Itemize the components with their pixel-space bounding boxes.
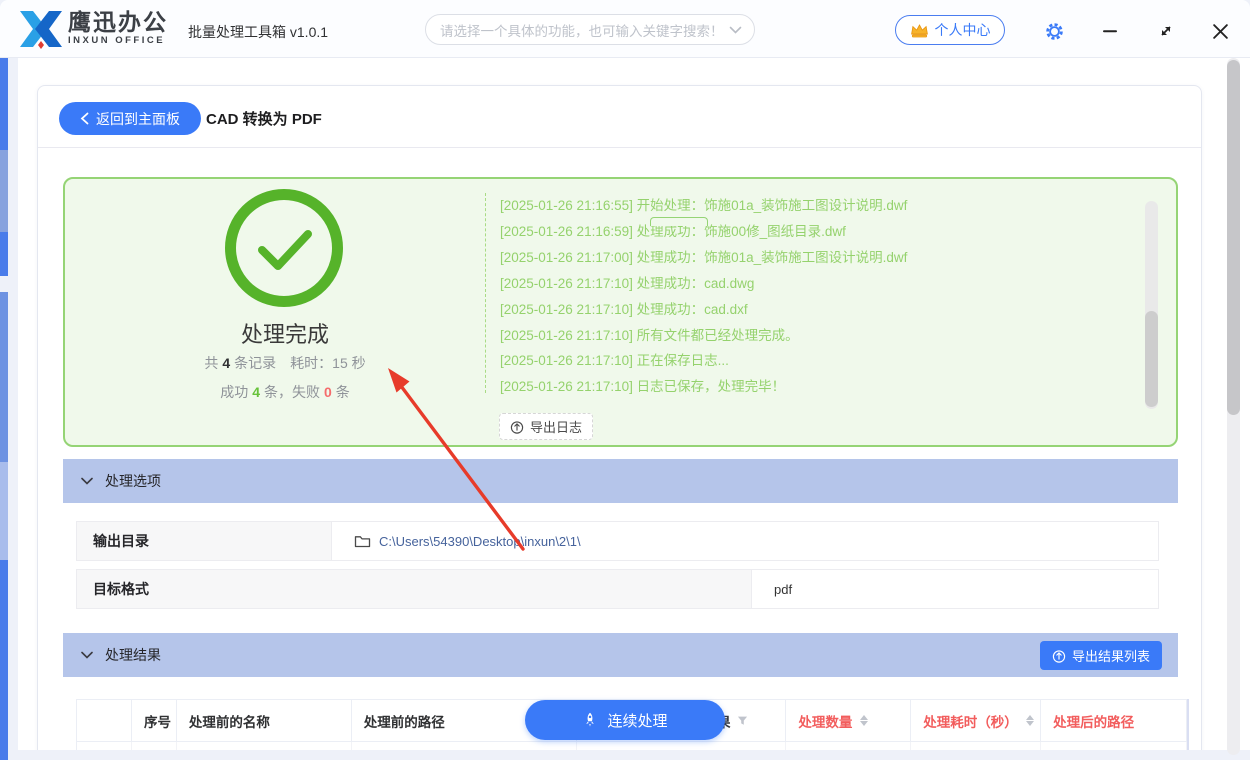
chevron-down-icon	[81, 477, 93, 485]
export-log-label: 导出日志	[530, 420, 583, 435]
column-select	[77, 700, 132, 742]
log-line: [2025-01-26 21:17:10] 所有文件都已经处理完成。	[500, 327, 799, 343]
folder-icon	[354, 536, 371, 548]
divider	[38, 147, 1201, 148]
column-path-after: 处理后的路径	[1041, 700, 1187, 742]
success-ring	[225, 189, 343, 307]
maximize-button[interactable]	[1154, 20, 1178, 42]
log-list: [2025-01-26 21:16:55] 开始处理：饰施01a_装饰施工图设计…	[485, 193, 1130, 394]
log-scrollbar[interactable]	[1145, 201, 1158, 409]
log-scrollbar-thumb[interactable]	[1145, 311, 1158, 407]
titlebar: 鹰迅办公 INXUN OFFICE 批量处理工具箱 v1.0.1 请选择一个具体…	[0, 0, 1250, 58]
close-button[interactable]	[1208, 20, 1232, 42]
log-line: [2025-01-26 21:17:00] 处理成功：饰施01a_装饰施工图设计…	[500, 249, 908, 265]
back-to-dashboard-button[interactable]: 返回到主面板	[59, 102, 201, 135]
stats-success-fail: 成功 4 条，失败 0 条	[220, 384, 350, 400]
stats-summary: 共 4 条记录 耗时：15 秒	[204, 355, 366, 371]
target-format-value-cell[interactable]: pdf	[752, 570, 1158, 608]
output-dir-row: 输出目录 C:\Users\54390\Desktop\inxun\2\1\	[76, 521, 1159, 561]
gear-icon	[1045, 22, 1063, 40]
minimize-button[interactable]	[1098, 20, 1122, 42]
window-scrollbar-thumb[interactable]	[1227, 60, 1240, 415]
main-card: 返回到主面板 CAD 转换为 PDF 处理完成 共 4 条记录 耗时：15 秒 成功 4…	[37, 85, 1202, 760]
log-line: [2025-01-26 21:17:10] 处理成功：cad.dxf	[500, 301, 748, 317]
upload-icon	[1052, 649, 1066, 663]
app-title: 批量处理工具箱 v1.0.1	[188, 24, 329, 40]
function-select-placeholder: 请选择一个具体的功能，也可输入关键字搜索！	[440, 23, 724, 39]
export-log-button[interactable]: 导出日志	[499, 413, 594, 440]
rocket-icon	[586, 712, 595, 727]
window-scrollbar[interactable]	[1227, 58, 1240, 755]
sort-icon[interactable]	[860, 715, 869, 726]
filter-funnel-icon[interactable]	[737, 715, 748, 726]
log-line: [2025-01-26 21:17:10] 正在保存日志...	[500, 353, 729, 369]
brand-text: 鹰迅办公 INXUN OFFICE	[68, 9, 168, 46]
brand-subtitle: INXUN OFFICE	[68, 35, 166, 46]
left-edge-window-sliver	[0, 58, 8, 760]
target-format-value: pdf	[774, 581, 793, 597]
upload-icon	[510, 420, 524, 434]
fail-count: 0	[324, 384, 332, 400]
status-badge	[650, 217, 708, 226]
section-results-title: 处理结果	[105, 647, 161, 663]
log-line: [2025-01-26 21:16:55] 开始处理：饰施01a_装饰施工图设计…	[500, 198, 908, 213]
export-result-list-label: 导出结果列表	[1071, 649, 1150, 664]
column-index: 序号	[131, 700, 177, 742]
continue-processing-label: 连续处理	[607, 712, 668, 730]
export-result-list-button[interactable]: 导出结果列表	[1039, 641, 1162, 670]
status-title: 处理完成	[240, 322, 329, 347]
user-center-button[interactable]: 个人中心	[895, 15, 1005, 45]
check-icon	[258, 230, 312, 270]
minimize-icon	[1103, 30, 1117, 33]
resize-diagonal-icon	[1161, 26, 1171, 36]
column-name-before: 处理前的名称	[176, 700, 352, 742]
elapsed-seconds: 15	[332, 355, 348, 371]
settings-button[interactable]	[1042, 20, 1066, 42]
chevron-left-icon	[80, 112, 89, 125]
continue-processing-button[interactable]: 连续处理	[525, 700, 725, 740]
column-count[interactable]: 处理数量	[786, 700, 912, 742]
output-dir-label: 输出目录	[77, 522, 332, 560]
section-options-title: 处理选项	[105, 473, 161, 489]
chevron-down-icon	[81, 651, 93, 659]
log-line: [2025-01-26 21:16:59] 处理成功：饰施00修_图纸目录.dw…	[500, 223, 846, 239]
window-bottom-strip	[0, 750, 1250, 760]
sort-icon[interactable]	[1025, 715, 1034, 726]
total-count: 4	[222, 355, 231, 371]
table-right-border	[1187, 699, 1189, 751]
result-success-panel: 处理完成 共 4 条记录 耗时：15 秒 成功 4 条，失败 0 条 [2025-01-26 …	[63, 177, 1178, 447]
user-center-label: 个人中心	[934, 22, 991, 38]
back-button-label: 返回到主面板	[96, 110, 180, 127]
target-format-row: 目标格式 pdf	[76, 569, 1159, 609]
output-dir-path: C:\Users\54390\Desktop\inxun\2\1\	[379, 533, 581, 549]
target-format-label: 目标格式	[77, 570, 752, 608]
section-options-header[interactable]: 处理选项	[63, 459, 1178, 503]
section-results-header[interactable]: 处理结果 导出结果列表	[63, 633, 1178, 677]
chevron-down-icon	[729, 26, 742, 34]
output-dir-value-cell[interactable]: C:\Users\54390\Desktop\inxun\2\1\	[332, 522, 1158, 560]
crown-icon	[910, 23, 928, 37]
close-icon	[1212, 23, 1228, 39]
brand-name: 鹰迅办公	[68, 9, 168, 35]
function-select[interactable]: 请选择一个具体的功能，也可输入关键字搜索！	[425, 14, 755, 45]
log-line: [2025-01-26 21:17:10] 日志已保存，处理完毕！	[500, 379, 786, 395]
page-title: CAD 转换为 PDF	[206, 111, 322, 128]
log-line: [2025-01-26 21:17:10] 处理成功：cad.dwg	[500, 275, 755, 291]
column-elapsed[interactable]: 处理耗时（秒）	[911, 700, 1042, 742]
inxun-logo-icon	[20, 11, 62, 49]
success-count: 4	[252, 384, 260, 400]
